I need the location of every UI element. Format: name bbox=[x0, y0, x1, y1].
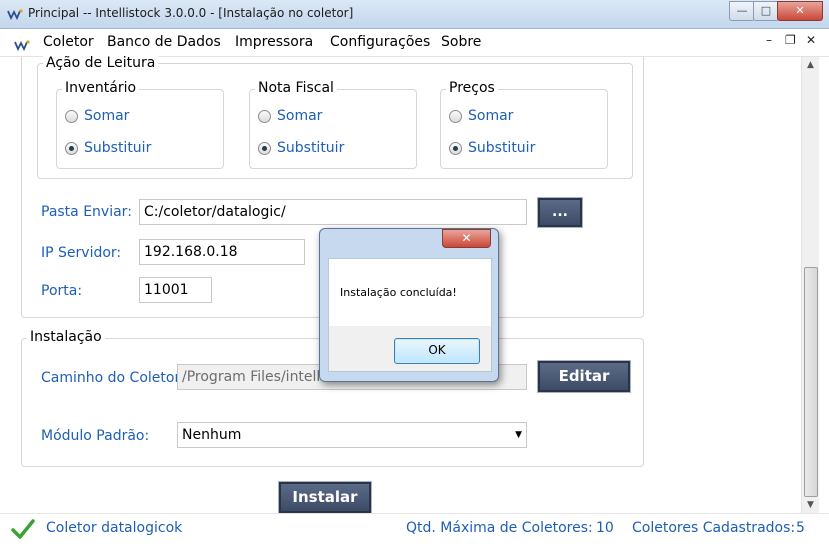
caminho-do-coletor-label: Caminho do Coletor: bbox=[41, 370, 185, 386]
menu-banco-de-dados[interactable]: Banco de Dados bbox=[107, 34, 221, 50]
ok-button[interactable]: OK bbox=[394, 338, 480, 364]
instalacao-label: Instalação bbox=[27, 329, 105, 345]
scroll-up-arrow-icon[interactable]: ▲ bbox=[802, 57, 819, 73]
mdi-close-button[interactable]: ✕ bbox=[806, 33, 816, 47]
browse-folder-button[interactable]: ... bbox=[537, 197, 583, 228]
menu-sobre[interactable]: Sobre bbox=[441, 34, 481, 50]
menu-coletor[interactable]: Coletor bbox=[43, 34, 94, 50]
app-logo-icon bbox=[7, 9, 23, 20]
ip-servidor-input[interactable]: 192.168.0.18 bbox=[139, 239, 305, 265]
dialog-message: Instalação concluída! bbox=[340, 286, 457, 299]
editar-button[interactable]: Editar bbox=[537, 360, 631, 393]
dialog-footer: OK bbox=[328, 326, 492, 372]
close-button[interactable]: ✕ bbox=[777, 1, 823, 21]
modulo-padrao-value: Nenhum bbox=[182, 427, 242, 443]
instalar-button[interactable]: Instalar bbox=[278, 481, 372, 514]
menu-bar: Coletor Banco de Dados Impressora Config… bbox=[0, 29, 829, 57]
dialog-close-button[interactable]: ✕ bbox=[442, 229, 491, 248]
pasta-enviar-input[interactable]: C:/coletor/datalogic/ bbox=[139, 199, 527, 225]
pasta-enviar-label: Pasta Enviar: bbox=[41, 204, 132, 220]
scroll-thumb[interactable] bbox=[804, 267, 818, 497]
porta-input[interactable]: 11001 bbox=[139, 277, 212, 303]
mdi-app-icon[interactable] bbox=[14, 39, 30, 51]
mdi-restore-button[interactable]: ❐ bbox=[785, 33, 796, 47]
coletores-cadastrados-value: 5 bbox=[796, 520, 805, 536]
menu-impressora[interactable]: Impressora bbox=[235, 34, 313, 50]
maximize-button[interactable]: □ bbox=[753, 1, 779, 21]
status-bar: Coletor datalogicok Qtd. Máxima de Colet… bbox=[0, 513, 829, 549]
qtd-maxima-label: Qtd. Máxima de Coletores: bbox=[406, 520, 593, 536]
chevron-down-icon: ▼ bbox=[515, 430, 522, 440]
porta-label: Porta: bbox=[41, 283, 83, 299]
modulo-padrao-select[interactable]: Nenhum ▼ bbox=[177, 422, 527, 448]
coletor-status-text: Coletor datalogicok bbox=[46, 520, 183, 536]
dialog-body: Instalação concluída! bbox=[328, 258, 492, 327]
vertical-scrollbar[interactable]: ▲ ▼ bbox=[801, 57, 819, 513]
ip-servidor-label: IP Servidor: bbox=[41, 245, 122, 261]
coletores-cadastrados-label: Coletores Cadastrados: bbox=[632, 520, 796, 536]
minimize-button[interactable]: — bbox=[729, 1, 755, 21]
scroll-down-arrow-icon[interactable]: ▼ bbox=[802, 497, 819, 513]
menu-configuracoes[interactable]: Configurações bbox=[330, 34, 430, 50]
modulo-padrao-label: Módulo Padrão: bbox=[41, 428, 150, 444]
mdi-minimize-button[interactable]: – bbox=[766, 33, 772, 47]
window-title: Principal -- Intellistock 3.0.0.0 - [Ins… bbox=[28, 6, 354, 20]
message-dialog: ✕ Instalação concluída! OK bbox=[319, 228, 499, 382]
qtd-maxima-value: 10 bbox=[596, 520, 614, 536]
checkmark-icon bbox=[11, 519, 35, 539]
title-bar: Principal -- Intellistock 3.0.0.0 - [Ins… bbox=[0, 0, 829, 29]
